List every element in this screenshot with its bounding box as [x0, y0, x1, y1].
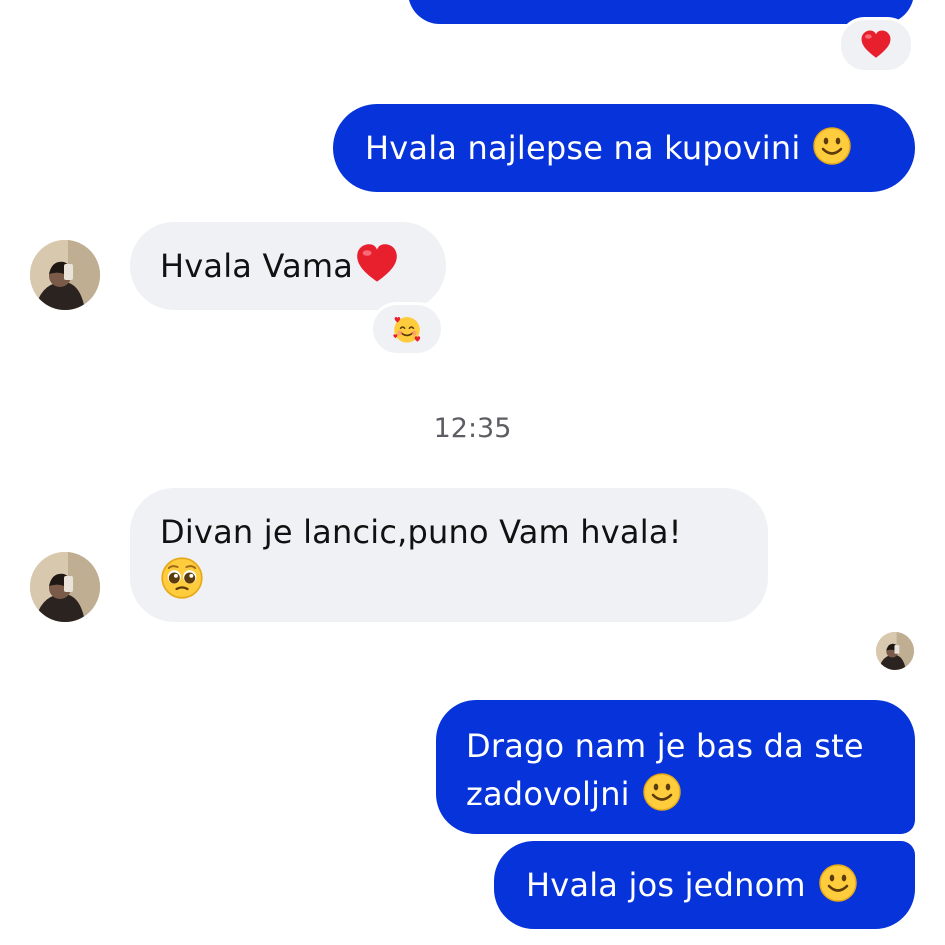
chat-thread[interactable]: Hvala najlepse na kupovini Hvala Vama 12…	[0, 0, 945, 945]
profile-photo	[30, 240, 100, 310]
pleading-face-icon	[161, 557, 203, 599]
seen-avatar	[876, 632, 914, 670]
avatar[interactable]	[30, 240, 100, 310]
timestamp: 12:35	[433, 413, 512, 444]
red-heart-icon	[357, 244, 397, 282]
reaction-badge[interactable]	[370, 302, 444, 356]
message-text: Hvala Vama	[160, 247, 354, 285]
outgoing-message[interactable]: Hvala najlepse na kupovini	[333, 104, 915, 192]
message-text-line1: Drago nam je bas da ste	[466, 727, 864, 765]
smiling-face-with-hearts-icon	[393, 317, 421, 343]
reaction-badge[interactable]	[838, 17, 914, 73]
slightly-smiling-face-icon	[813, 127, 852, 165]
profile-photo	[30, 552, 100, 622]
message-text-line2: zadovoljni	[466, 775, 630, 813]
message-text: Hvala najlepse na kupovini	[365, 129, 801, 167]
message-bubble-cropped[interactable]	[408, 0, 914, 24]
slightly-smiling-face-icon	[643, 773, 681, 811]
message-text: Hvala jos jednom	[526, 866, 806, 904]
outgoing-message[interactable]: Hvala jos jednom	[494, 841, 915, 929]
incoming-message[interactable]: Hvala Vama	[130, 222, 446, 310]
profile-photo	[876, 632, 914, 670]
avatar[interactable]	[30, 552, 100, 622]
red-heart-icon	[861, 30, 891, 58]
outgoing-message[interactable]: Drago nam je bas da ste zadovoljni	[436, 700, 915, 834]
incoming-message[interactable]: Divan je lancic,puno Vam hvala!	[130, 488, 768, 622]
message-text: Divan je lancic,puno Vam hvala!	[160, 513, 682, 551]
slightly-smiling-face-icon	[818, 864, 857, 902]
